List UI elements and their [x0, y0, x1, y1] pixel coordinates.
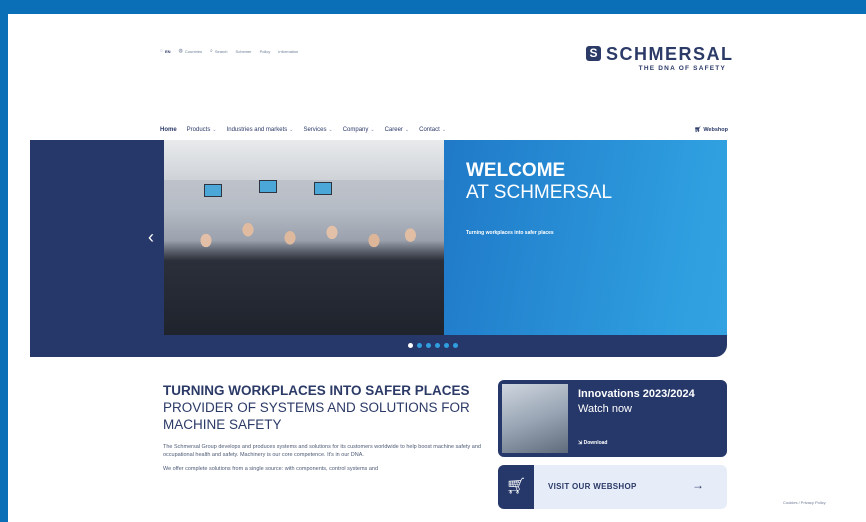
main-navigation: Home Products ⌄ Industries and markets ⌄ S… [160, 124, 728, 136]
hero-team-photo [164, 140, 444, 335]
cookie-privacy-link[interactable]: Cookies / Privacy Policy [783, 500, 826, 505]
nav-item-home[interactable]: Home [160, 127, 177, 133]
slider-dot[interactable] [453, 343, 458, 348]
chevron-down-icon: ⌄ [370, 127, 375, 133]
utility-link-schemer[interactable]: Schemer [236, 49, 252, 54]
slider-dot[interactable] [417, 343, 422, 348]
utility-label: Policy [259, 48, 271, 54]
hero-slider: WELCOME AT SCHMERSAL Turning workplaces … [30, 140, 727, 357]
nav-label: Contact [419, 127, 440, 133]
nav-label: Industries and markets [226, 127, 288, 133]
innovations-title: Innovations 2023/2024 [578, 388, 695, 400]
nav-item-contact[interactable]: Contact ⌄ [419, 127, 446, 133]
utility-label: Schemer [235, 48, 252, 54]
globe-icon: ◌ [160, 48, 163, 54]
slider-dot[interactable] [426, 343, 431, 348]
utility-link-search[interactable]: ⌕ Search [210, 48, 228, 54]
hero-title: WELCOME AT SCHMERSAL [466, 160, 612, 204]
chevron-down-icon: ⌄ [404, 127, 410, 133]
chevron-down-icon: ⌄ [289, 127, 294, 133]
innovations-subtitle: Watch now [578, 403, 633, 415]
utility-label: Information [278, 48, 299, 54]
nav-label: Services [303, 127, 327, 133]
innovations-card[interactable]: Innovations 2023/2024 Watch now ⇲ Downlo… [498, 380, 727, 457]
intro-heading: TURNING WORKPLACES INTO SAFER PLACES [163, 383, 470, 398]
slider-dot[interactable] [435, 343, 440, 348]
slider-dots [408, 343, 458, 348]
intro-section: TURNING WORKPLACES INTO SAFER PLACES PRO… [163, 382, 493, 473]
nav-label: Products [186, 127, 211, 133]
nav-item-career[interactable]: Career ⌄ [385, 127, 410, 133]
download-icon: ⇲ [578, 440, 583, 446]
cart-icon: 🛒︎ [498, 465, 534, 509]
chevron-down-icon: ⌄ [212, 127, 217, 133]
nav-item-company[interactable]: Company ⌄ [343, 127, 375, 133]
chevron-down-icon: ⌄ [441, 127, 447, 133]
webshop-label: Webshop [703, 127, 728, 133]
nav-item-services[interactable]: Services ⌄ [303, 127, 332, 133]
innovations-image [502, 384, 568, 453]
browser-page: ◌ EN ◍ Countries ⌕ Search Schemer Policy… [8, 14, 866, 522]
photo-screen [259, 180, 277, 193]
top-utility-bar: ◌ EN ◍ Countries ⌕ Search Schemer Policy… [160, 48, 298, 54]
intro-paragraph-2: We offer complete solutions from a singl… [163, 466, 379, 472]
download-label: Download [583, 440, 608, 446]
utility-label: Countries [184, 48, 203, 54]
photo-screen [314, 182, 332, 195]
language-label: EN [164, 48, 171, 54]
search-icon: ⌕ [210, 48, 213, 54]
download-link[interactable]: ⇲ Download [578, 440, 607, 446]
utility-link-countries[interactable]: ◍ Countries [179, 48, 203, 54]
globe-icon: ◍ [178, 48, 183, 54]
arrow-right-icon: → [692, 478, 704, 492]
intro-paragraph: The Schmersal Group develops and produce… [163, 444, 481, 458]
photo-screen [204, 184, 222, 197]
logo-brand: SCHMERSAL [606, 44, 734, 64]
utility-link-information[interactable]: Information [278, 49, 298, 54]
nav-item-industries[interactable]: Industries and markets ⌄ [227, 127, 294, 133]
visit-webshop-button[interactable]: 🛒︎ VISIT OUR WEBSHOP → [498, 465, 727, 509]
nav-label: Career [384, 127, 403, 133]
cart-icon: 🛒︎ [694, 127, 702, 133]
chevron-left-icon[interactable]: ‹ [148, 228, 154, 246]
nav-webshop-link[interactable]: 🛒︎ Webshop [694, 127, 728, 133]
logo-tagline: THE DNA OF SAFETY [638, 65, 726, 72]
nav-item-products[interactable]: Products ⌄ [187, 127, 217, 133]
slider-dot[interactable] [444, 343, 449, 348]
slider-dot[interactable] [408, 343, 413, 348]
photo-crowd [164, 200, 444, 335]
photo-ceiling [164, 140, 444, 180]
hero-subtitle: Turning workplaces into safer places [466, 230, 554, 236]
chevron-down-icon: ⌄ [328, 127, 333, 133]
language-switch[interactable]: ◌ EN [160, 48, 171, 54]
nav-label: Company [342, 127, 369, 133]
schmersal-logo[interactable]: S SCHMERSAL THE DNA OF SAFETY [586, 44, 732, 78]
intro-subheading: PROVIDER OF SYSTEMS AND SOLUTIONS FOR MA… [163, 400, 470, 432]
utility-label: Search [214, 48, 228, 54]
utility-link-policy[interactable]: Policy [260, 49, 271, 54]
hero-title-line2: AT SCHMERSAL [466, 182, 613, 203]
webshop-button-label: VISIT OUR WEBSHOP [548, 482, 637, 491]
logo-mark-icon: S [586, 46, 601, 61]
hero-title-line1: WELCOME [466, 160, 566, 181]
